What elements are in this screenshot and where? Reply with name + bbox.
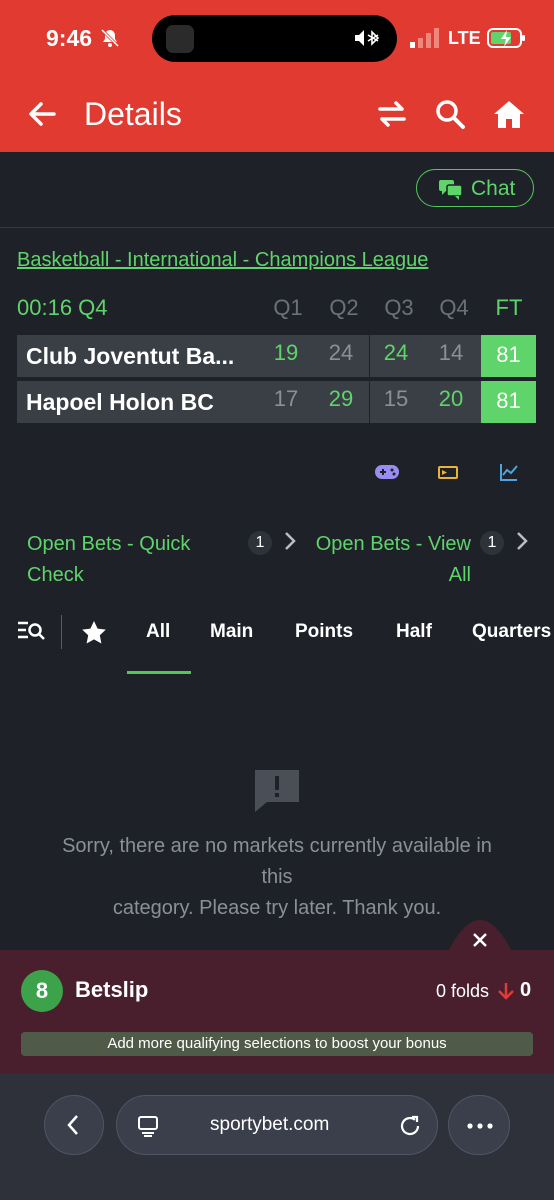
tab-points[interactable]: Points	[295, 621, 353, 643]
bell-muted-icon	[100, 28, 120, 48]
tab-half[interactable]: Half	[396, 621, 432, 643]
search-icon[interactable]	[434, 98, 466, 130]
chat-label: Chat	[471, 177, 516, 200]
swap-icon[interactable]	[376, 98, 408, 130]
arrow-down-icon	[498, 983, 514, 1000]
empty-line-2: this	[261, 866, 293, 888]
app-thumbnail-icon	[166, 25, 194, 53]
signal-icon	[410, 28, 439, 48]
score-ft: 81	[481, 381, 536, 423]
score-q1: 19	[273, 340, 299, 365]
dynamic-island	[152, 15, 397, 62]
column-q2: Q2	[329, 295, 359, 320]
open-bets-view-label-1: Open Bets - View	[315, 533, 471, 555]
page-title: Details	[84, 96, 182, 132]
match-clock: 00:16 Q4	[17, 295, 108, 320]
tab-quarters[interactable]: Quarters	[472, 621, 551, 643]
league-link[interactable]: Basketball - International - Champions L…	[17, 249, 428, 272]
no-markets-message: Sorry, there are no markets currently av…	[40, 831, 514, 924]
chat-bubbles-icon	[439, 180, 463, 200]
open-bets-quick-label-1: Open Bets - Quick	[27, 533, 191, 555]
tab-main[interactable]: Main	[210, 621, 253, 643]
active-tab-indicator	[127, 671, 191, 674]
score-q4: 20	[438, 386, 464, 411]
speaker-bluetooth-icon	[355, 30, 380, 46]
boost-message: Add more qualifying selections to boost …	[21, 1032, 533, 1056]
empty-line-1: Sorry, there are no markets currently av…	[62, 835, 492, 857]
open-bets-view-all-link[interactable]: Open Bets - View All	[311, 529, 471, 591]
status-bar: 9:46 LTE	[0, 0, 554, 80]
back-arrow-icon[interactable]	[26, 98, 58, 130]
browser-back-button[interactable]	[44, 1095, 104, 1155]
open-bets-view-label-2: All	[448, 564, 471, 586]
team-name: Club Joventut Ba...	[26, 343, 235, 369]
team-row-away: Hapoel Holon BC 17 29 15 20 81	[17, 381, 536, 423]
team-name: Hapoel Holon BC	[26, 389, 214, 415]
betslip-label: Betslip	[75, 977, 149, 1002]
status-time: 9:46	[46, 25, 93, 51]
score-q3: 15	[383, 386, 409, 411]
open-bets-quick-check-link[interactable]: Open Bets - Quick Check	[27, 529, 190, 591]
score-ft: 81	[481, 335, 536, 377]
app-header: Details	[0, 80, 554, 152]
network-type: LTE	[448, 28, 481, 48]
chevron-left-icon	[67, 1115, 78, 1135]
open-bets-view-count: 1	[480, 531, 504, 555]
tabs-icon	[138, 1116, 158, 1137]
score-q4: 14	[438, 340, 464, 365]
column-ft: FT	[495, 295, 523, 320]
chat-button[interactable]: Chat	[416, 169, 534, 207]
divider	[0, 227, 554, 228]
column-q1: Q1	[273, 295, 303, 320]
home-icon[interactable]	[492, 98, 526, 130]
score-q1: 17	[273, 386, 299, 411]
url-text: sportybet.com	[210, 1114, 330, 1135]
score-q2: 24	[328, 340, 354, 365]
chevron-right-icon	[285, 532, 296, 550]
betslip-count-badge: 8	[21, 970, 63, 1012]
tab-all[interactable]: All	[146, 621, 170, 643]
team-row-home: Club Joventut Ba... 19 24 24 14 81	[17, 335, 536, 377]
score-q3: 24	[383, 340, 409, 365]
open-bets-quick-label-2: Check	[27, 564, 84, 586]
market-tabs: All Main Points Half Quarters	[0, 605, 554, 675]
chevron-right-icon	[517, 532, 528, 550]
folds-label: 0 folds	[436, 981, 490, 1001]
folds-value: 0	[520, 979, 532, 1001]
reload-icon[interactable]	[398, 1114, 422, 1138]
browser-more-button[interactable]	[448, 1095, 510, 1155]
stats-chart-icon[interactable]	[499, 462, 519, 482]
gamepad-icon[interactable]	[374, 462, 400, 482]
more-dots-icon	[467, 1123, 493, 1129]
battery-charging-icon	[487, 28, 525, 48]
open-bets-quick-count: 1	[248, 531, 272, 555]
alert-message-icon	[255, 770, 299, 812]
close-icon[interactable]	[472, 932, 488, 948]
score-q2: 29	[328, 386, 354, 411]
empty-line-3: category. Please try later. Thank you.	[112, 897, 442, 919]
live-stream-icon[interactable]	[438, 462, 458, 482]
column-q3: Q3	[384, 295, 414, 320]
column-q4: Q4	[439, 295, 469, 320]
